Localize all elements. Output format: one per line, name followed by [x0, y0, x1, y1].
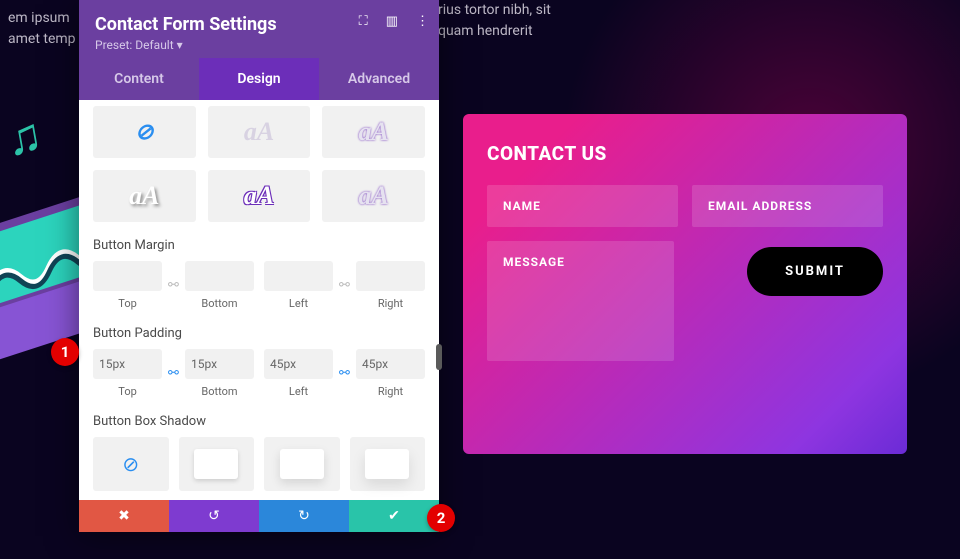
label-bottom: Bottom: [185, 385, 254, 398]
submit-button[interactable]: SUBMIT: [747, 247, 883, 296]
box-shadow-option[interactable]: [179, 437, 255, 491]
margin-left-input[interactable]: [264, 261, 333, 291]
padding-row: Top ⚯ Bottom Left ⚯ Right: [93, 349, 425, 398]
no-icon: ⊘: [135, 120, 153, 145]
margin-bottom-input[interactable]: [185, 261, 254, 291]
panel-resize-handle[interactable]: [436, 344, 442, 370]
settings-panel: Contact Form Settings Preset: Default ▾ …: [79, 0, 439, 532]
name-field[interactable]: NAME: [487, 185, 678, 227]
text-shadow-none[interactable]: ⊘: [93, 106, 196, 158]
margin-right-input[interactable]: [356, 261, 425, 291]
label-left: Left: [264, 297, 333, 310]
annotation-badge-1: 1: [51, 338, 79, 366]
link-icon[interactable]: ⚯: [164, 278, 183, 293]
section-button-box-shadow: Button Box Shadow: [93, 414, 425, 429]
background-lorem-right: rius tortor nibh, sit quam hendrerit: [438, 0, 551, 42]
link-icon[interactable]: ⚯: [335, 278, 354, 293]
text-shadow-option[interactable]: aA: [208, 106, 311, 158]
tab-design[interactable]: Design: [199, 58, 319, 100]
text-shadow-option[interactable]: aA: [208, 170, 311, 222]
more-icon[interactable]: ⋮: [416, 14, 429, 29]
no-icon: ⊘: [122, 452, 139, 476]
contact-title: CONTACT US: [487, 142, 883, 165]
tabs: Content Design Advanced: [79, 58, 439, 100]
focus-icon[interactable]: ⛶: [359, 14, 368, 29]
save-button[interactable]: ✔: [349, 500, 439, 532]
link-icon[interactable]: ⚯: [164, 366, 183, 381]
redo-button[interactable]: ↻: [259, 500, 349, 532]
box-shadow-option[interactable]: [350, 437, 426, 491]
contact-form-preview: CONTACT US NAME EMAIL ADDRESS SUBMIT: [463, 114, 907, 454]
padding-right-input[interactable]: [356, 349, 425, 379]
link-icon[interactable]: ⚯: [335, 366, 354, 381]
music-note-icon: ♫: [1, 105, 46, 167]
padding-bottom-input[interactable]: [185, 349, 254, 379]
message-field[interactable]: [487, 241, 674, 361]
email-field[interactable]: EMAIL ADDRESS: [692, 185, 883, 227]
label-right: Right: [356, 297, 425, 310]
section-button-margin: Button Margin: [93, 238, 425, 253]
label-left: Left: [264, 385, 333, 398]
tab-advanced[interactable]: Advanced: [319, 58, 439, 100]
text-shadow-option[interactable]: aA: [322, 106, 425, 158]
box-shadow-option[interactable]: [264, 437, 340, 491]
panel-footer: ✖ ↺ ↻ ✔: [79, 500, 439, 532]
label-bottom: Bottom: [185, 297, 254, 310]
text-shadow-option[interactable]: aA: [93, 170, 196, 222]
panel-body: ⊘ aA aA aA aA aA Button Margin Top ⚯ Bot…: [79, 100, 439, 500]
panel-header: Contact Form Settings Preset: Default ▾ …: [79, 0, 439, 58]
text-shadow-grid: ⊘ aA aA aA aA aA: [93, 106, 425, 222]
section-button-padding: Button Padding: [93, 326, 425, 341]
panel-preset[interactable]: Preset: Default ▾: [95, 38, 423, 52]
tab-content[interactable]: Content: [79, 58, 199, 100]
expand-icon[interactable]: ▥: [386, 14, 398, 29]
annotation-badge-2: 2: [427, 504, 455, 532]
undo-button[interactable]: ↺: [169, 500, 259, 532]
padding-left-input[interactable]: [264, 349, 333, 379]
margin-top-input[interactable]: [93, 261, 162, 291]
background-lorem-left: em ipsum amet temp: [0, 0, 84, 58]
box-shadow-grid: ⊘: [93, 437, 425, 491]
label-top: Top: [93, 385, 162, 398]
label-top: Top: [93, 297, 162, 310]
text-shadow-option[interactable]: aA: [322, 170, 425, 222]
label-right: Right: [356, 385, 425, 398]
padding-top-input[interactable]: [93, 349, 162, 379]
cancel-button[interactable]: ✖: [79, 500, 169, 532]
box-shadow-none[interactable]: ⊘: [93, 437, 169, 491]
margin-row: Top ⚯ Bottom Left ⚯ Right: [93, 261, 425, 310]
